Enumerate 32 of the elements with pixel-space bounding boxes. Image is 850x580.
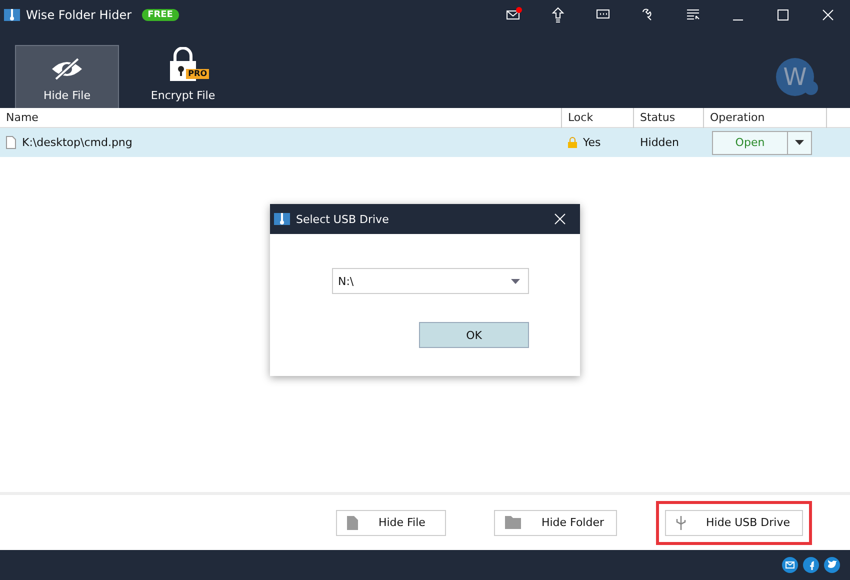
toolbar-tab[interactable]: PRO Encrypt File	[131, 45, 235, 108]
minimize-icon	[732, 19, 742, 21]
ok-button[interactable]: OK	[419, 322, 529, 348]
window-title: Wise Folder Hider	[26, 8, 132, 22]
caret-icon	[795, 140, 804, 145]
table-cell: K:\desktop\cmd.png	[22, 136, 132, 149]
open-button[interactable]: Open	[712, 130, 788, 154]
table-row[interactable]: K:\desktop\cmd.png Yes Hidden Open	[0, 128, 850, 157]
folder-icon	[505, 516, 522, 529]
lock-icon	[568, 137, 577, 148]
hidden-eye-icon	[50, 57, 84, 81]
app-icon	[274, 212, 290, 226]
table-cell: Hidden	[640, 136, 680, 149]
action-button[interactable]: Hide File	[336, 510, 446, 536]
pro-badge: PRO	[186, 69, 209, 79]
dialog-title: Select USB Drive	[296, 212, 389, 226]
drive-select[interactable]: N:\	[332, 268, 529, 294]
toolbar-tab[interactable]: Hide File	[15, 45, 119, 108]
dropdown-button[interactable]	[788, 130, 812, 154]
usb-icon	[676, 516, 686, 530]
mail-icon[interactable]	[782, 557, 798, 573]
file-icon	[6, 136, 16, 149]
facebook-icon[interactable]	[803, 557, 819, 573]
caret-icon	[511, 278, 520, 284]
action-button[interactable]: Hide Folder	[494, 510, 618, 536]
close-icon	[554, 213, 566, 225]
action-button[interactable]: Hide USB Drive	[665, 510, 803, 536]
file-icon	[347, 516, 358, 530]
table-cell: Yes	[583, 136, 601, 149]
app-icon	[4, 8, 20, 22]
free-badge: FREE	[142, 9, 179, 21]
bird-icon[interactable]	[824, 557, 840, 573]
